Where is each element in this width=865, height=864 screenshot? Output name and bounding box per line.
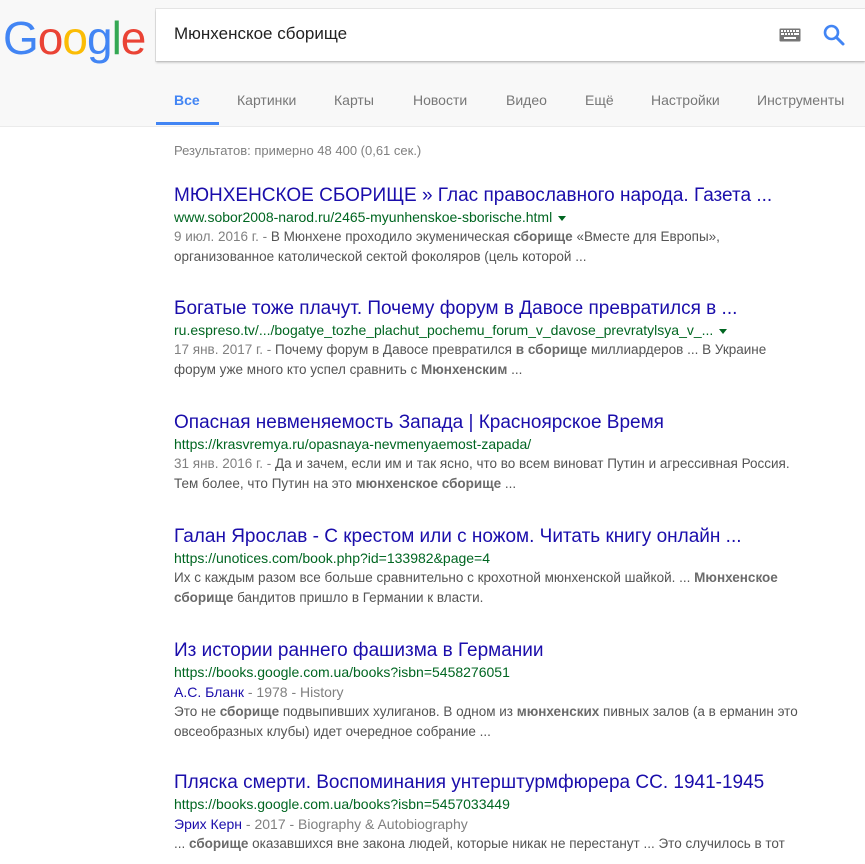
- keyboard-icon[interactable]: [779, 28, 801, 42]
- result-snippet: 9 июл. 2016 г. - В Мюнхене проходило эку…: [174, 229, 720, 244]
- result-snippet: сборище бандитов пришло в Германии к вла…: [174, 590, 484, 605]
- result-stats: Результатов: примерно 48 400 (0,61 сек.): [174, 143, 422, 158]
- result-title-link[interactable]: Из истории раннего фашизма в Германии: [174, 640, 864, 662]
- result-snippet: Это не сборище подвыпивших хулиганов. В …: [174, 704, 798, 719]
- result-url: www.sobor2008-narod.ru/2465-myunhenskoe-…: [174, 207, 864, 227]
- tab-4[interactable]: Видео: [506, 92, 547, 108]
- search-result: Галан Ярослав - С крестом или с ножом. Ч…: [174, 526, 864, 608]
- result-book-meta: А.С. Бланк - 1978 - History: [174, 682, 864, 702]
- search-result: Опасная невменяемость Запада | Красноярс…: [174, 412, 864, 494]
- result-title-link[interactable]: Галан Ярослав - С крестом или с ножом. Ч…: [174, 526, 864, 548]
- result-snippet: овсеобразных клубы) идет очередное собра…: [174, 724, 491, 739]
- result-snippet: Тем более, что Путин на это мюнхенское с…: [174, 476, 517, 491]
- result-url-text: https://books.google.com.ua/books?isbn=5…: [174, 664, 510, 680]
- result-snippet: Их с каждым разом все больше сравнительн…: [174, 570, 778, 585]
- result-url-text: ru.espreso.tv/.../bogatye_tozhe_plachut_…: [174, 322, 714, 338]
- search-result: МЮНХЕНСКОЕ СБОРИЩЕ » Глас православного …: [174, 185, 864, 267]
- result-url-text: https://krasvremya.ru/opasnaya-nevmenyae…: [174, 436, 532, 452]
- result-snippet: ... сборище оказавшихся вне закона людей…: [174, 836, 785, 851]
- meta-info: - 1978 - History: [243, 684, 344, 700]
- result-url: https://krasvremya.ru/opasnaya-nevmenyae…: [174, 434, 864, 454]
- result-url: ru.espreso.tv/.../bogatye_tozhe_plachut_…: [174, 320, 864, 340]
- search-tabs: Все Картинки Карты Новости Видео Ещё Настройки…: [0, 80, 865, 126]
- google-logo[interactable]: Google: [3, 10, 147, 66]
- active-tab-indicator: [156, 122, 219, 125]
- search-box[interactable]: Мюнхенское сборище: [156, 9, 865, 61]
- logo-letter: g: [86, 12, 113, 64]
- header: Google Мюнхенское сборище Все Картинки Кар…: [0, 0, 865, 127]
- result-title-link[interactable]: Опасная невменяемость Запада | Красноярс…: [174, 412, 864, 434]
- author-link[interactable]: А.С. Бланк: [174, 684, 244, 700]
- tab-0[interactable]: Все: [174, 92, 200, 108]
- search-result: Пляска смерти. Воспоминания унтерштурмфю…: [174, 772, 864, 854]
- result-snippet: 31 янв. 2016 г. - Да и зачем, если им и …: [174, 456, 790, 471]
- result-url: https://books.google.com.ua/books?isbn=5…: [174, 794, 864, 814]
- caret-down-icon[interactable]: [558, 215, 567, 221]
- result-title-link[interactable]: МЮНХЕНСКОЕ СБОРИЩЕ » Глас православного …: [174, 185, 864, 207]
- logo-letter: G: [3, 12, 39, 64]
- tab-1[interactable]: Картинки: [237, 92, 296, 108]
- search-icon[interactable]: [822, 23, 846, 47]
- caret-down-icon[interactable]: [719, 328, 728, 334]
- result-snippet: организованное католической сектой фокол…: [174, 249, 587, 264]
- result-url: https://unotices.com/book.php?id=133982&…: [174, 548, 864, 568]
- result-snippet: форум уже много кто успел сравнить с Мюн…: [174, 362, 523, 377]
- tab-3[interactable]: Новости: [413, 92, 467, 108]
- result-title-link[interactable]: Богатые тоже плачут. Почему форум в Даво…: [174, 298, 864, 320]
- tab-5[interactable]: Ещё: [585, 92, 614, 108]
- tab-7[interactable]: Инструменты: [757, 92, 844, 108]
- logo-letter: e: [120, 12, 147, 64]
- result-url-text: https://books.google.com.ua/books?isbn=5…: [174, 796, 510, 812]
- logo-letter: o: [62, 12, 88, 64]
- tab-2[interactable]: Карты: [334, 92, 374, 108]
- author-link[interactable]: Эрих Керн: [174, 816, 242, 832]
- result-url-text: www.sobor2008-narod.ru/2465-myunhenskoe-…: [174, 209, 553, 225]
- meta-info: - 2017 - Biography & Autobiography: [242, 816, 468, 832]
- tab-6[interactable]: Настройки: [651, 92, 720, 108]
- logo-letter: o: [37, 12, 64, 64]
- search-result: Богатые тоже плачут. Почему форум в Даво…: [174, 298, 864, 380]
- search-input[interactable]: Мюнхенское сборище: [174, 24, 347, 44]
- result-url-text: https://unotices.com/book.php?id=133982&…: [174, 550, 491, 566]
- result-book-meta: Эрих Керн - 2017 - Biography & Autobiogr…: [174, 814, 864, 834]
- result-snippet: 17 янв. 2017 г. - Почему форум в Давосе …: [174, 342, 767, 357]
- search-result: Из истории раннего фашизма в Германии htt…: [174, 640, 864, 742]
- logo-letter: l: [111, 12, 122, 64]
- result-title-link[interactable]: Пляска смерти. Воспоминания унтерштурмфю…: [174, 772, 864, 794]
- result-url: https://books.google.com.ua/books?isbn=5…: [174, 662, 864, 682]
